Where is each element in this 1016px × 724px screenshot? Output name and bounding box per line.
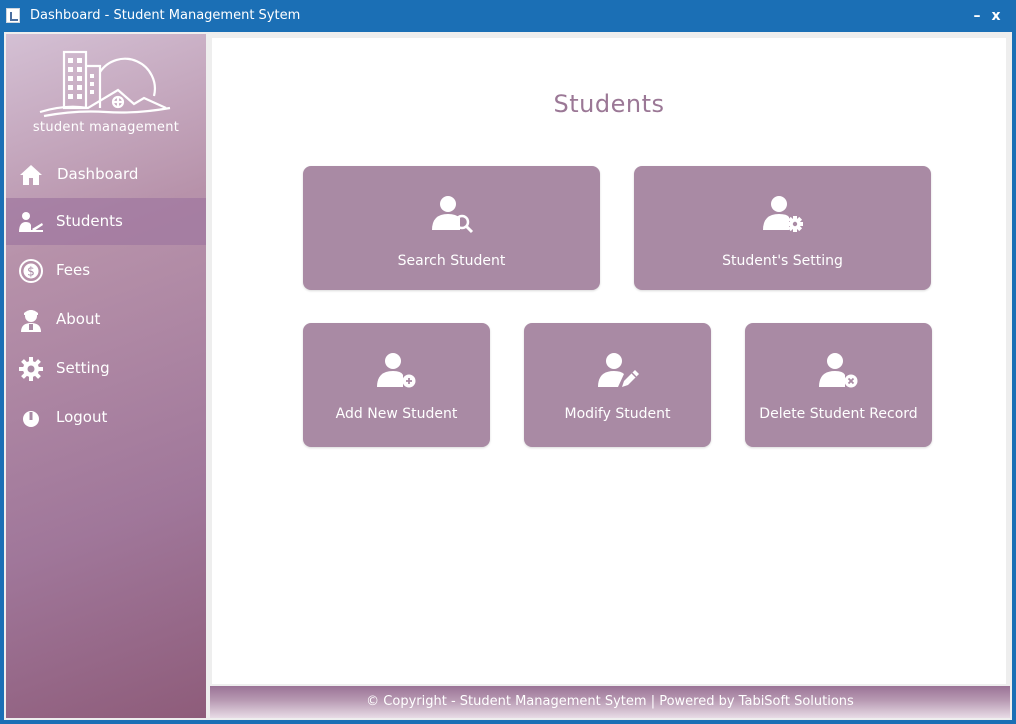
sidebar-item-label: About [56, 310, 101, 328]
sidebar-item-about[interactable]: About [6, 296, 206, 343]
student-setting-button[interactable]: Student's Setting [634, 166, 931, 290]
close-button[interactable]: x [989, 7, 1003, 25]
dollar-coin-icon: $ [19, 259, 43, 283]
sidebar-item-label: Logout [56, 408, 108, 426]
sidebar-item-setting[interactable]: Setting [6, 345, 206, 392]
modify-student-button[interactable]: Modify Student [524, 323, 711, 447]
window-title: Dashboard - Student Management Sytem [30, 8, 301, 23]
add-new-student-button[interactable]: Add New Student [303, 323, 490, 447]
building-logo-icon [39, 50, 171, 118]
sidebar-item-fees[interactable]: $ Fees [6, 247, 206, 294]
user-settings-icon [762, 196, 803, 232]
tile-label: Add New Student [335, 406, 458, 422]
brand-logo: student management [6, 34, 206, 144]
tile-label: Search Student [397, 253, 506, 269]
power-icon [23, 411, 39, 427]
tile-label: Delete Student Record [759, 406, 918, 422]
sidebar-item-dashboard[interactable]: Dashboard [6, 151, 206, 198]
sidebar-item-label: Fees [56, 261, 91, 279]
page-title: Students [553, 90, 665, 118]
tile-label: Student's Setting [722, 253, 843, 269]
gear-icon [19, 357, 43, 381]
user-delete-icon [818, 353, 857, 388]
sidebar-item-label: Setting [56, 359, 110, 377]
sidebar-item-label: Students [56, 212, 123, 230]
user-search-icon [431, 196, 473, 234]
sidebar-item-logout[interactable]: Logout [6, 394, 206, 441]
sidebar-item-students[interactable]: Students [6, 198, 206, 245]
svg-text:$: $ [27, 265, 35, 279]
search-student-button[interactable]: Search Student [303, 166, 600, 290]
footer-copyright: © Copyright - Student Management Sytem |… [210, 686, 1010, 718]
main-content: Students Search Student Student's Settin… [212, 38, 1006, 684]
user-add-icon [376, 353, 415, 388]
sidebar-item-label: Dashboard [57, 165, 139, 183]
delete-student-record-button[interactable]: Delete Student Record [745, 323, 932, 447]
sidebar: student management Dashboard Students $ … [6, 34, 206, 718]
tile-label: Modify Student [564, 406, 671, 422]
brand-name: student management [32, 120, 180, 135]
home-icon [20, 165, 42, 185]
user-edit-icon [597, 353, 639, 387]
title-bar: Dashboard - Student Management Sytem – x [0, 0, 1016, 32]
student-icon [19, 212, 43, 232]
minimize-button[interactable]: – [970, 7, 984, 25]
person-info-icon [21, 310, 41, 332]
window-frame: student management Dashboard Students $ … [4, 32, 1012, 720]
app-icon [6, 8, 20, 23]
